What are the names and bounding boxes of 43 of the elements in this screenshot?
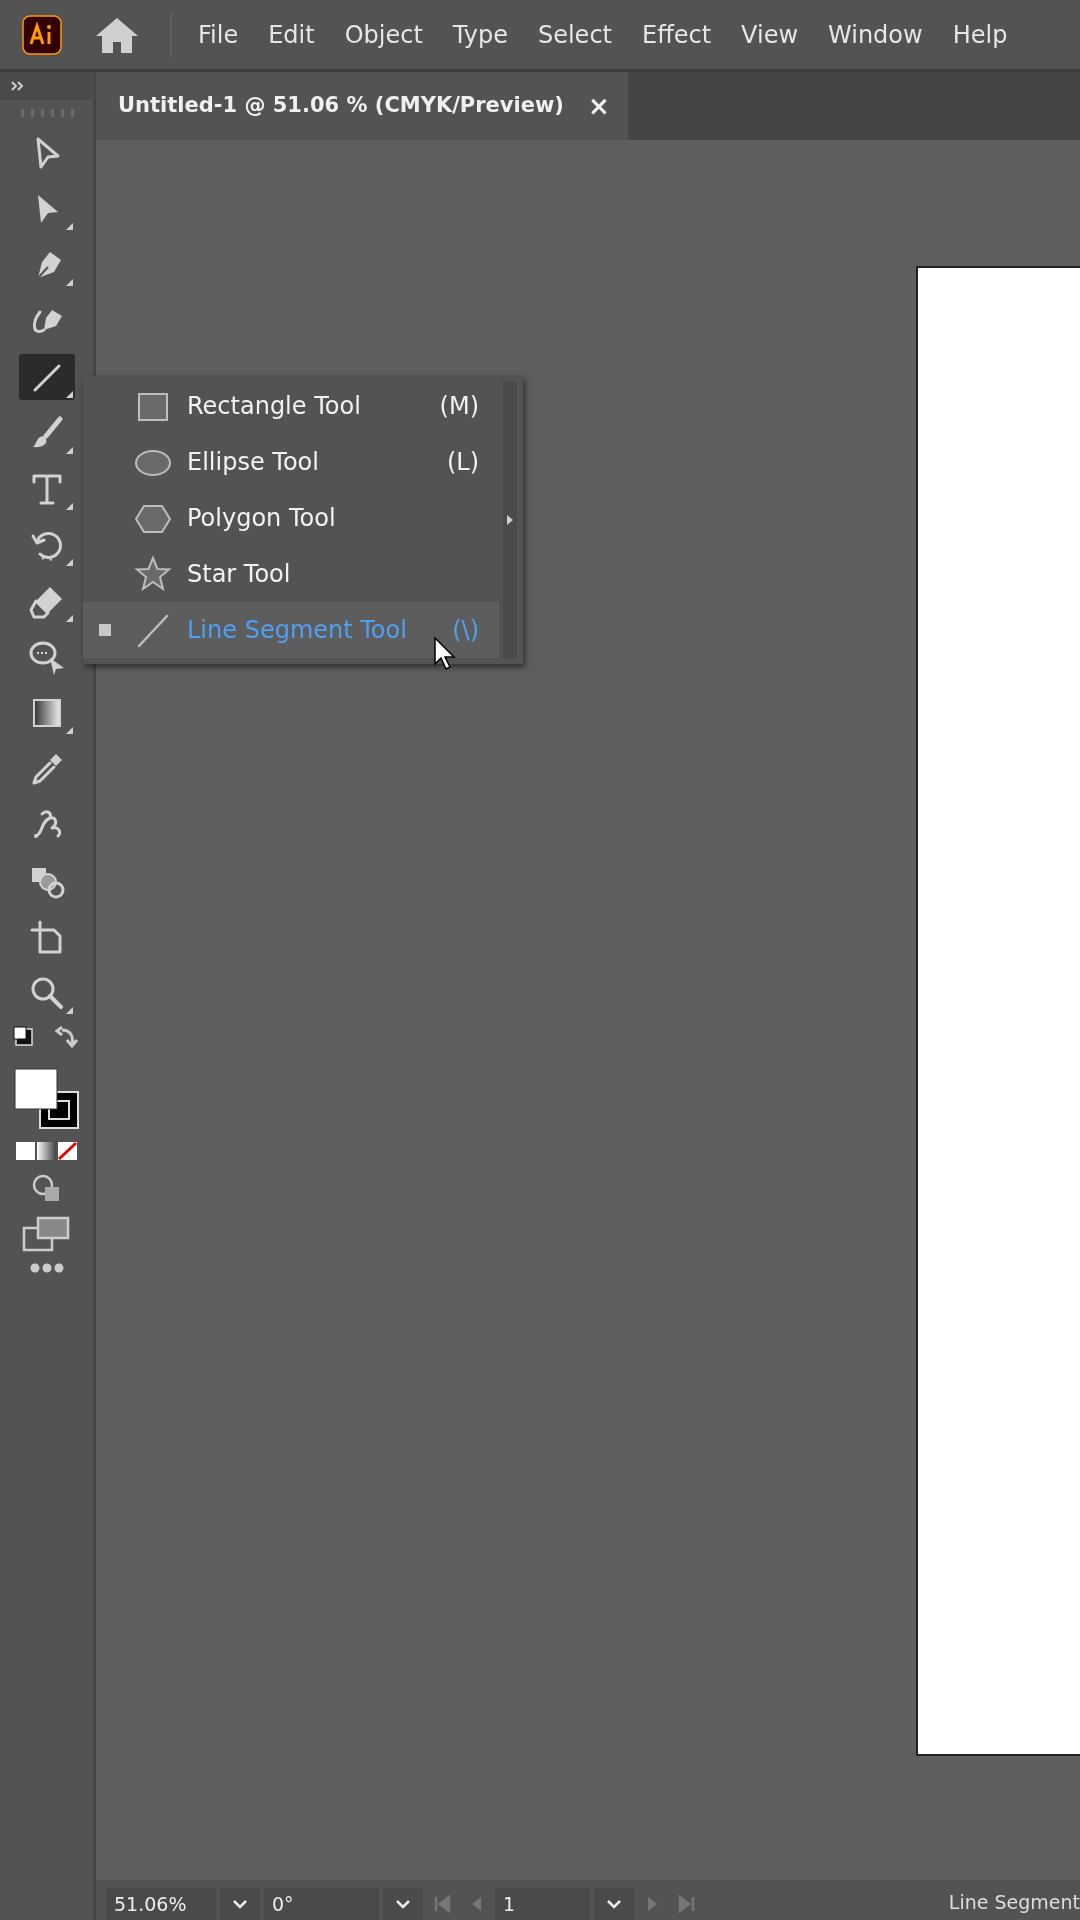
corner-triangle-icon [65, 1007, 73, 1014]
menu-item[interactable]: Ellipse Tool (L) [83, 434, 499, 490]
close-button[interactable]: × [587, 86, 610, 126]
document-tab[interactable]: Untitled-1 @ 51.06 % (CMYK/Preview) × [96, 72, 628, 140]
caret-icon [231, 1898, 249, 1910]
menu-item[interactable]: Select [537, 16, 612, 53]
fill-stroke-swatch-icon[interactable] [11, 1066, 82, 1130]
menu-item[interactable]: Object [344, 16, 423, 53]
more-icon[interactable] [28, 1262, 65, 1274]
corner-triangle-icon [65, 391, 73, 398]
corner-triangle-icon [65, 447, 73, 454]
menu-item[interactable]: Polygon Tool [83, 490, 499, 546]
menu-item[interactable]: Edit [268, 16, 315, 53]
corner-triangle-icon [65, 279, 73, 286]
status-field[interactable]: 1 [495, 1888, 590, 1920]
status-field[interactable]: 51.06% [106, 1888, 216, 1920]
current-tool-marker [99, 624, 111, 636]
corner-triangle-icon [65, 727, 73, 734]
menu-item[interactable]: View [741, 16, 799, 53]
screen-mode-icon[interactable] [21, 1216, 72, 1252]
menu-item[interactable]: Effect [642, 16, 712, 53]
corner-triangle-icon [65, 615, 73, 622]
star-icon [133, 554, 173, 594]
tear-off-arrow-icon [507, 515, 513, 525]
status-text: Line Segment [948, 1889, 1080, 1915]
last-page-icon [677, 1894, 697, 1914]
first-page-icon [432, 1894, 452, 1914]
caret-icon [394, 1898, 412, 1910]
collapse-icon[interactable] [10, 81, 25, 91]
menu-item[interactable]: Rectangle Tool (M) [83, 378, 499, 434]
menu-item[interactable]: Help [952, 16, 1008, 53]
menu-item[interactable]: Star Tool [83, 546, 499, 602]
caret-icon [605, 1898, 623, 1910]
color-mode-icon[interactable] [13, 1140, 80, 1162]
menu-item[interactable]: Window [828, 16, 923, 53]
app-logo-icon [22, 14, 62, 55]
corner-triangle-icon [65, 503, 73, 510]
status-field[interactable]: 0° [264, 1888, 379, 1920]
tool-button[interactable] [18, 354, 75, 400]
menu-item[interactable]: Type [452, 16, 508, 53]
corner-triangle-icon [65, 559, 73, 566]
menu-item[interactable]: File [198, 16, 239, 53]
corner-triangle-icon [65, 223, 73, 230]
